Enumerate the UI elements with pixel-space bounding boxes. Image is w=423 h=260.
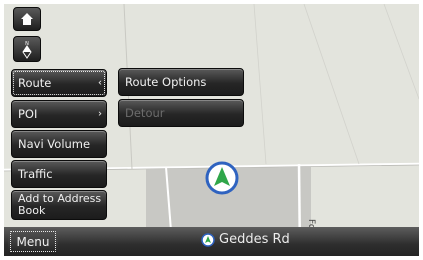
submenu-item-label: Detour xyxy=(125,106,165,120)
menu-item-add-to-address-book[interactable]: Add to Address Book xyxy=(11,190,107,220)
home-button[interactable] xyxy=(13,7,41,31)
submenu-route-options[interactable]: Route Options xyxy=(118,68,244,96)
menu-item-route[interactable]: Route ‹ xyxy=(11,69,107,97)
current-street: Geddes Rd xyxy=(201,232,290,247)
menu-item-label: Route xyxy=(18,76,52,90)
compass-button[interactable]: N xyxy=(13,36,41,62)
street-name: Geddes Rd xyxy=(219,232,290,247)
menu-item-navi-volume[interactable]: Navi Volume xyxy=(11,130,107,158)
vehicle-position-icon xyxy=(205,161,239,195)
menu-item-label: Navi Volume xyxy=(18,137,91,151)
menu-item-poi[interactable]: POI › xyxy=(11,100,107,128)
submenu-detour[interactable]: Detour xyxy=(118,99,244,127)
submenu-item-label: Route Options xyxy=(125,75,207,89)
menu-button-label: Menu xyxy=(16,234,50,249)
menu-item-traffic[interactable]: Traffic xyxy=(11,160,107,188)
chevron-left-icon: ‹ xyxy=(98,77,102,89)
bottom-bar: Menu Geddes Rd xyxy=(4,227,419,256)
home-icon xyxy=(21,13,33,25)
menu-button[interactable]: Menu xyxy=(8,229,58,254)
vehicle-mini-icon xyxy=(201,232,215,247)
compass-north-icon: N xyxy=(22,41,32,59)
menu-item-label: Add to Address Book xyxy=(18,192,102,217)
chevron-right-icon: › xyxy=(98,108,102,120)
menu-item-label: Traffic xyxy=(18,167,53,181)
menu-item-label: POI xyxy=(18,107,38,121)
navigation-screen: Forge Rd N Route ‹ POI › Navi Volume Tra… xyxy=(4,4,419,256)
